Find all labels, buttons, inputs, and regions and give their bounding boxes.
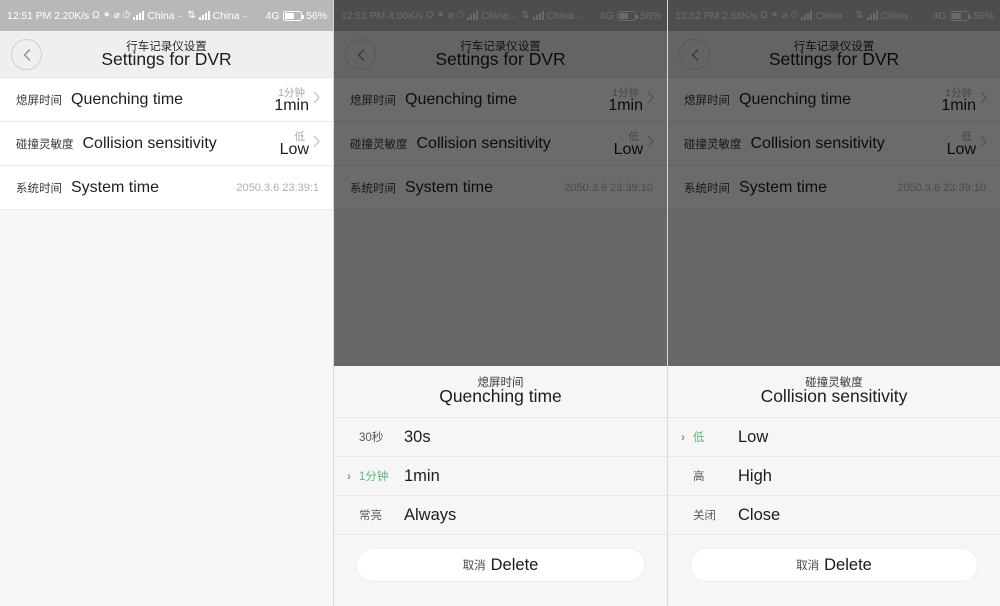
status-bar: 12:51 PM 2.20K/s Ω ✶ ⌀ ⏱ China ·· ⇅ China ·· 4G 56% — [0, 0, 333, 31]
settings-row[interactable]: 碰撞灵敏度 Collision sensitivity 低Low — [0, 122, 333, 166]
row-value-text: 2050.3.6 23:39:1 — [236, 181, 319, 194]
option-sheet: 碰撞灵敏度 Collision sensitivity › 低 Low 高 High 关闭 Cl… — [668, 366, 1000, 606]
option-item[interactable]: 关闭 Close — [668, 496, 1000, 535]
carrier-name-2: China — [212, 9, 240, 22]
option-item[interactable]: 高 High — [668, 457, 1000, 496]
modal-dim-overlay[interactable] — [668, 0, 1000, 366]
bluetooth-icon: ✶ — [102, 9, 111, 21]
sheet-actions: 取消 Delete — [668, 535, 1000, 582]
settings-row[interactable]: 熄屏时间 Quenching time 1分钟1min — [0, 78, 333, 122]
option-label-en: Close — [738, 505, 781, 524]
delete-button[interactable]: 取消 Delete — [356, 548, 645, 582]
row-label-en: Collision sensitivity — [82, 134, 217, 152]
screenshot-triptych: 12:51 PM 2.20K/s Ω ✶ ⌀ ⏱ China ·· ⇅ China ·· 4G 56% 行… — [0, 0, 1000, 606]
option-label-en: Low — [738, 427, 769, 446]
settings-list: 熄屏时间 Quenching time 1分钟1min 碰撞灵敏度 Collision … — [0, 78, 333, 210]
selected-marker-icon: › — [681, 430, 685, 444]
sheet-title: 熄屏时间 Quenching time — [334, 366, 667, 418]
chevron-left-icon — [23, 48, 30, 61]
row-value-stack: 1分钟1min — [251, 78, 309, 121]
modal-dim-overlay[interactable] — [334, 0, 667, 366]
option-label-en: Always — [404, 505, 457, 524]
row-label-cn: 系统时间 — [16, 182, 62, 195]
sheet-title-en: Quenching time — [439, 386, 562, 406]
row-label-en: System time — [71, 178, 160, 196]
option-label-cn: 1分钟 — [359, 471, 389, 483]
page-title-en: Settings for DVR — [101, 49, 232, 69]
row-label-en: Quenching time — [71, 90, 184, 108]
signal-bars-icon-1 — [133, 11, 145, 20]
carrier-ellipsis-1: ·· — [177, 10, 182, 21]
mute-icon: ⌀ — [113, 9, 120, 21]
sheet-title-en: Collision sensitivity — [760, 386, 908, 406]
option-label-en: 1min — [404, 466, 440, 485]
delete-button-cn: 取消 — [796, 560, 820, 572]
sheet-actions: 取消 Delete — [334, 535, 667, 582]
status-bar-left: 12:51 PM 2.20K/s Ω ✶ ⌀ ⏱ China ·· — [7, 9, 182, 22]
row-label-cn: 熄屏时间 — [16, 94, 62, 107]
network-type-text: 4G — [265, 9, 280, 22]
back-button[interactable] — [11, 39, 42, 70]
battery-percent-text: 56% — [306, 9, 327, 22]
option-label-en: High — [738, 466, 772, 485]
row-value-area: 2050.3.6 23:39:1 — [236, 166, 325, 209]
option-label-en: 30s — [404, 427, 431, 446]
option-item[interactable]: 常亮 Always — [334, 496, 667, 535]
delete-button-en: Delete — [824, 555, 872, 574]
page-title: 行车记录仪设置Settings for DVR — [101, 40, 231, 69]
delete-button-en: Delete — [490, 555, 539, 574]
carrier-ellipsis-2: ·· — [242, 10, 248, 21]
option-label-cn: 低 — [693, 432, 705, 444]
chevron-right-icon — [309, 91, 325, 104]
option-label-cn: 高 — [693, 471, 705, 483]
row-value-area: 低Low — [251, 122, 325, 165]
chevron-right-icon — [309, 135, 325, 148]
delete-button[interactable]: 取消 Delete — [690, 548, 978, 582]
headphone-icon: Ω — [92, 9, 100, 21]
title-bar: 行车记录仪设置Settings for DVR — [0, 31, 333, 78]
row-value-area: 1分钟1min — [251, 78, 325, 121]
status-bar-right: 4G 56% — [265, 10, 327, 22]
clock-text: 12:51 PM — [7, 9, 52, 22]
option-label-cn: 30秒 — [359, 432, 384, 444]
option-item[interactable]: › 低 Low — [668, 418, 1000, 457]
network-speed-text: 2.20K/s — [54, 9, 90, 22]
row-value-stack: 低Low — [251, 122, 309, 165]
alarm-icon: ⏱ — [122, 9, 131, 21]
carrier-name-1: China — [147, 9, 175, 22]
settings-row[interactable]: 系统时间 System time 2050.3.6 23:39:1 — [0, 166, 333, 210]
selected-marker-icon: › — [347, 469, 351, 483]
option-sheet: 熄屏时间 Quenching time 30秒 30s › 1分钟 1min 常亮 Always… — [334, 366, 667, 606]
battery-icon — [283, 10, 305, 21]
option-item[interactable]: 30秒 30s — [334, 418, 667, 457]
row-value-en: 1min — [274, 97, 309, 114]
sheet-title: 碰撞灵敏度 Collision sensitivity — [668, 366, 1000, 418]
option-label-cn: 常亮 — [359, 510, 382, 522]
phone-screen-3: 12:52 PM2.58K/sΩ✶⌀⏱China··⇅China··4G56%行… — [668, 0, 1000, 606]
phone-screen-1: 12:51 PM 2.20K/s Ω ✶ ⌀ ⏱ China ·· ⇅ China ·· 4G 56% 行… — [0, 0, 334, 606]
row-value-en: Low — [279, 141, 309, 158]
option-item[interactable]: › 1分钟 1min — [334, 457, 667, 496]
data-transfer-icon: ⇅ — [187, 9, 196, 21]
row-label-cn: 碰撞灵敏度 — [16, 138, 74, 151]
signal-bars-icon-2 — [198, 11, 210, 20]
option-label-cn: 关闭 — [693, 510, 716, 522]
status-bar-middle: ⇅ China·· — [187, 9, 248, 22]
phone-screen-2: 12:51 PM4.06K/sΩ✶⌀⏱China··⇅China··4G56%行… — [334, 0, 668, 606]
delete-button-cn: 取消 — [462, 560, 486, 572]
